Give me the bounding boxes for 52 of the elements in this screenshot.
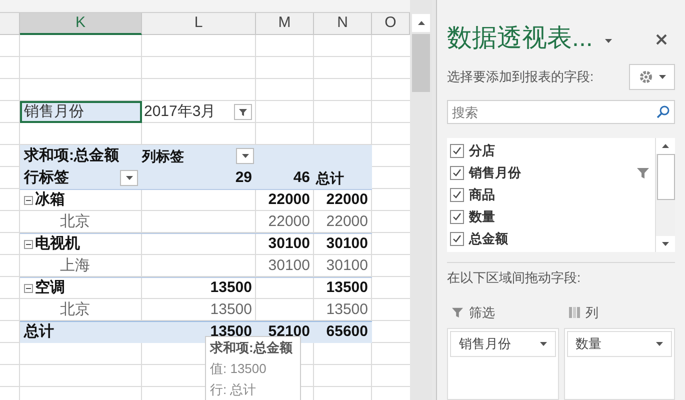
value-cell-text: 30100 [267, 234, 311, 254]
area-title: 筛选 [469, 304, 495, 322]
value-cell-text: 46 [292, 168, 311, 188]
row-label: 上海 [59, 256, 90, 276]
value-cell-text: 13500 [209, 322, 253, 341]
area-field-item[interactable]: 销售月份 [450, 330, 556, 356]
filter-field-label: 销售月份 [23, 102, 84, 122]
field-label[interactable]: 销售月份 [469, 163, 521, 183]
value-cell-text: 30100 [325, 234, 369, 254]
value-cell-text: 22000 [267, 212, 311, 232]
column-header[interactable]: K [20, 13, 142, 35]
value-cell-text: 13500 [209, 300, 253, 320]
field-label[interactable]: 商品 [469, 185, 495, 205]
row-label: 行标签 [24, 168, 69, 188]
areas-label: 在以下区域间拖动字段: [447, 269, 582, 287]
row-label: 北京 [59, 212, 90, 232]
filter-value: 2017年3月 [144, 102, 216, 122]
tooltip-line: 值: 13500 [210, 360, 268, 378]
value-cell-text: 30100 [267, 256, 311, 276]
field-label[interactable]: 分店 [469, 141, 495, 161]
value-cell-text: 29 [234, 168, 253, 188]
area-drop-zone[interactable]: 数量 [564, 328, 675, 400]
column-header[interactable]: L [142, 13, 256, 35]
value-cell-text: 22000 [267, 190, 311, 210]
area-drop-zone[interactable]: 销售月份 [447, 328, 558, 400]
value-cell-text: 13500 [209, 278, 253, 298]
tooltip-title: 求和项:总金额 [210, 339, 294, 357]
value-cell-text: 13500 [325, 300, 369, 320]
panel-subtitle: 选择要添加到报表的字段: [447, 68, 594, 86]
column-label: 列标签 [142, 146, 184, 166]
value-cell-text: 总计 [314, 168, 344, 188]
row-label: 求和项:总金额 [24, 146, 119, 166]
row-label: 总计 [24, 322, 54, 342]
column-header[interactable]: N [314, 13, 372, 35]
search-field[interactable]: 搜索 [447, 100, 675, 124]
value-cell-text: 65600 [325, 322, 369, 342]
field-label[interactable]: 总金额 [469, 229, 508, 249]
value-cell-text: 22000 [325, 212, 369, 232]
row-label: 电视机 [35, 234, 80, 254]
row-label: 空调 [35, 278, 65, 298]
value-cell-text: 52100 [267, 322, 311, 340]
value-cell-text: 22000 [325, 190, 369, 210]
panel-title: 数据透视表... [447, 23, 593, 54]
area-field-item[interactable]: 数量 [566, 330, 672, 356]
row-label: 冰箱 [35, 190, 65, 210]
value-cell-text: 30100 [325, 256, 369, 276]
field-label[interactable]: 数量 [469, 207, 495, 227]
column-header[interactable]: M [256, 13, 314, 35]
area-title: 列 [586, 304, 598, 322]
tooltip-line: 行: 总计 [210, 381, 258, 399]
row-label: 北京 [59, 300, 90, 320]
value-cell-text: 13500 [325, 278, 369, 298]
